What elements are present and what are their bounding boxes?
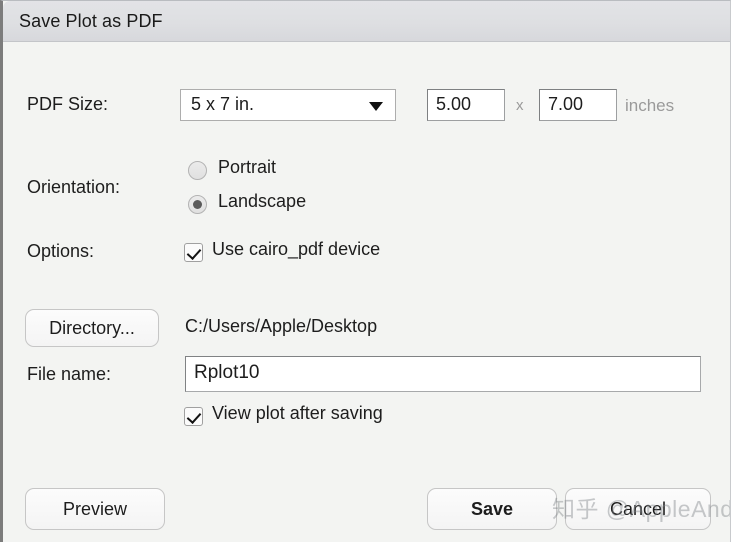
dialog-titlebar: Save Plot as PDF	[3, 1, 730, 42]
cancel-button[interactable]: Cancel	[565, 488, 711, 530]
pdf-size-select[interactable]: 5 x 7 in.	[180, 89, 396, 121]
units-label: inches	[625, 96, 675, 115]
file-name-label: File name:	[27, 364, 112, 384]
save-plot-as-pdf-dialog: Save Plot as PDF PDF Size: 5 x 7 in. 5.0…	[0, 0, 731, 542]
preview-button[interactable]: Preview	[25, 488, 165, 530]
file-name-input[interactable]: Rplot10	[185, 356, 701, 392]
dialog-title: Save Plot as PDF	[19, 11, 163, 31]
orientation-portrait-label: Portrait	[218, 157, 277, 177]
checkmark-icon	[184, 407, 203, 426]
radio-unselected-icon	[188, 161, 207, 180]
orientation-label: Orientation:	[27, 177, 121, 197]
pdf-width-value: 5.00	[436, 94, 472, 114]
pdf-size-label: PDF Size:	[27, 94, 109, 114]
pdf-size-selected-value: 5 x 7 in.	[191, 94, 255, 114]
view-plot-after-saving-label: View plot after saving	[212, 403, 383, 423]
file-name-value: Rplot10	[194, 362, 260, 383]
use-cairo-pdf-label: Use cairo_pdf device	[212, 239, 381, 259]
pdf-height-input[interactable]: 7.00	[539, 89, 617, 121]
save-button[interactable]: Save	[427, 488, 557, 530]
chevron-down-icon	[369, 102, 383, 111]
checkmark-icon	[184, 243, 203, 262]
radio-selected-icon	[188, 195, 207, 214]
pdf-width-input[interactable]: 5.00	[427, 89, 505, 121]
directory-button[interactable]: Directory...	[25, 309, 159, 347]
pdf-height-value: 7.00	[548, 94, 584, 114]
directory-path: C:/Users/Apple/Desktop	[185, 316, 378, 336]
size-separator: x	[516, 97, 524, 114]
orientation-landscape-label: Landscape	[218, 191, 307, 211]
options-label: Options:	[27, 241, 95, 261]
